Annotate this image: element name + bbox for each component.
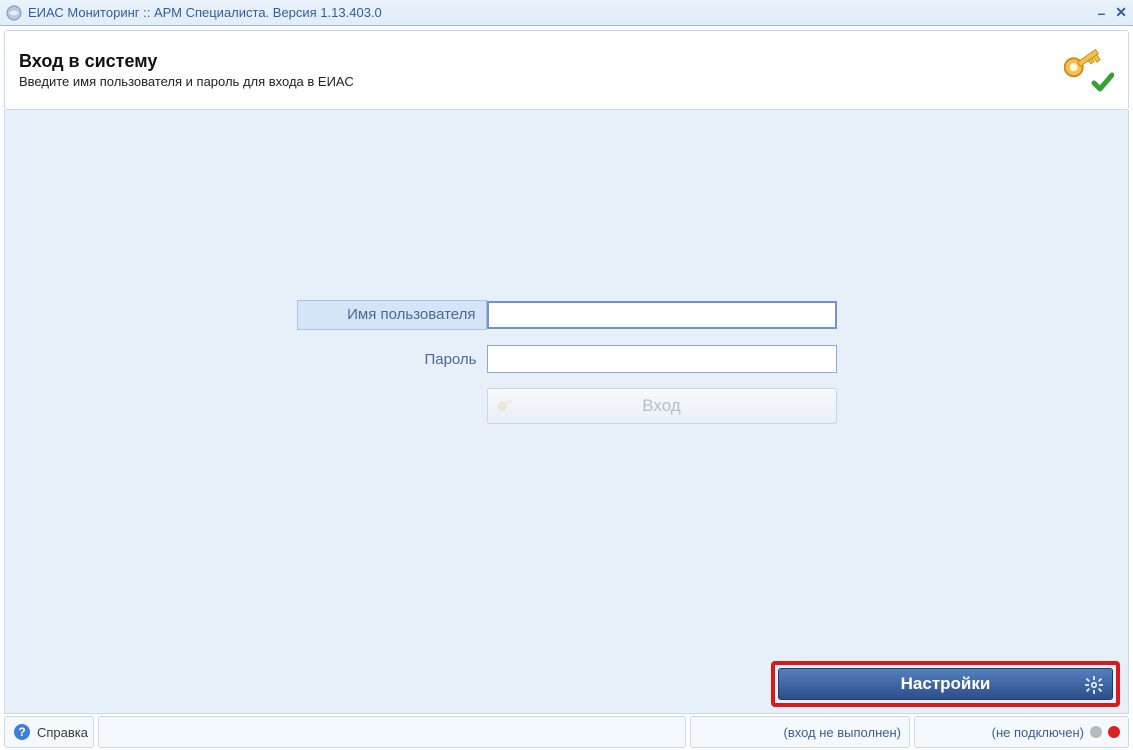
login-form: Имя пользователя Пароль Вход [297,300,837,424]
username-label: Имя пользователя [297,300,487,330]
login-button[interactable]: Вход [487,388,837,424]
login-status-text: (вход не выполнен) [784,725,902,740]
login-button-label: Вход [642,396,680,416]
statusbar: ? Справка (вход не выполнен) (не подключ… [4,716,1129,748]
help-button[interactable]: ? Справка [4,716,94,748]
svg-text:?: ? [18,725,25,739]
page-title: Вход в систему [19,51,354,72]
status-spacer [98,716,686,748]
settings-highlight: Настройки [771,661,1120,707]
close-button[interactable]: ✕ [1115,4,1127,21]
header-panel: Вход в систему Введите имя пользователя … [4,30,1129,110]
titlebar: ЕИАС Мониторинг :: АРМ Специалиста. Верс… [0,0,1133,26]
status-dot-red-icon [1108,726,1120,738]
key-check-icon [1064,45,1114,95]
app-icon [6,5,22,21]
username-input[interactable] [487,301,837,329]
key-icon [498,397,518,422]
help-icon: ? [13,723,31,741]
settings-button[interactable]: Настройки [778,668,1113,700]
gear-icon [1084,675,1104,700]
window-title: ЕИАС Мониторинг :: АРМ Специалиста. Верс… [28,5,1097,20]
connection-status: (не подключен) [914,716,1129,748]
login-status: (вход не выполнен) [690,716,910,748]
help-label: Справка [37,725,88,740]
password-input[interactable] [487,345,837,373]
window-controls: – ✕ [1097,4,1127,21]
connection-status-text: (не подключен) [992,725,1084,740]
page-subtitle: Введите имя пользователя и пароль для вх… [19,74,354,89]
password-label: Пароль [297,351,487,368]
minimize-button[interactable]: – [1097,5,1105,21]
body-area: Имя пользователя Пароль Вход [4,110,1129,714]
status-dot-grey-icon [1090,726,1102,738]
settings-button-label: Настройки [901,674,991,694]
